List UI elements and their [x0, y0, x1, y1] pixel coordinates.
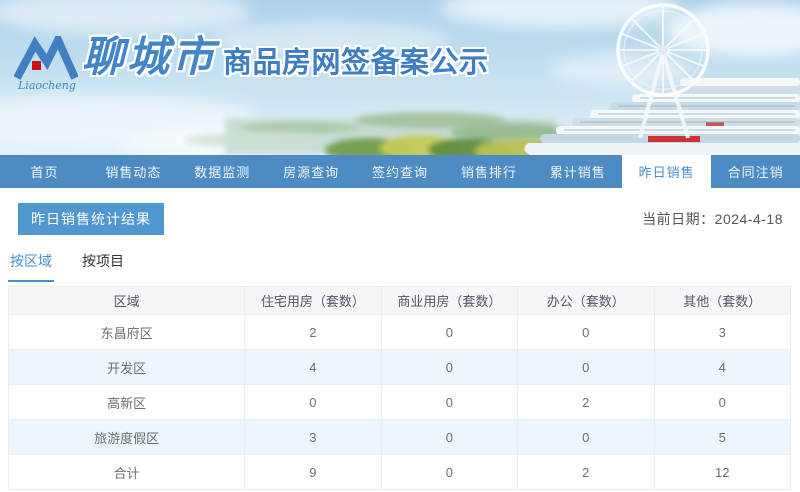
cell-value: 0: [381, 350, 517, 385]
cell-value: 2: [245, 315, 381, 350]
nav-item-data-monitor[interactable]: 数据监测: [178, 155, 267, 188]
cell-value: 0: [518, 315, 654, 350]
content-area: 昨日销售统计结果 当前日期：2024-4-18 按区域 按项目 区域 住宅用房（…: [0, 188, 800, 490]
cell-region: 高新区: [9, 385, 245, 420]
col-header-region: 区域: [9, 287, 245, 315]
nav-item-home[interactable]: 首页: [0, 155, 89, 188]
col-header-commercial: 商业用房（套数）: [381, 287, 517, 315]
cell-value: 5: [654, 420, 790, 455]
col-header-residential: 住宅用房（套数）: [245, 287, 381, 315]
cell-value: 2: [518, 455, 654, 490]
col-header-office: 办公（套数）: [518, 287, 654, 315]
cell-value: 0: [518, 350, 654, 385]
cell-region: 东昌府区: [9, 315, 245, 350]
logo-script-text: Liaocheng: [17, 79, 76, 92]
nav-item-contract-query[interactable]: 签约查询: [356, 155, 445, 188]
liaocheng-logo-icon: Liaocheng: [14, 36, 78, 92]
table-row-total: 合计 9 0 2 12: [9, 455, 791, 490]
table-header-row: 区域 住宅用房（套数） 商业用房（套数） 办公（套数） 其他（套数）: [9, 287, 791, 315]
cell-value: 2: [518, 385, 654, 420]
table-row: 旅游度假区 3 0 0 5: [9, 420, 791, 455]
main-nav: 首页 销售动态 数据监测 房源查询 签约查询 销售排行 累计销售 昨日销售 合同…: [0, 155, 800, 188]
cell-region: 旅游度假区: [9, 420, 245, 455]
nav-item-yesterday-sales[interactable]: 昨日销售: [622, 155, 711, 188]
view-tabs: 按区域 按项目: [8, 251, 800, 282]
cell-region: 开发区: [9, 350, 245, 385]
current-date-label: 当前日期：2024-4-18: [642, 209, 783, 229]
cell-value: 0: [381, 455, 517, 490]
site-name: 聊城市: [82, 36, 217, 78]
cell-value: 4: [245, 350, 381, 385]
cell-value: 0: [518, 420, 654, 455]
cell-value: 0: [654, 385, 790, 420]
nav-item-listing-query[interactable]: 房源查询: [267, 155, 356, 188]
site-subtitle: 商品房网签备案公示: [223, 49, 489, 78]
site-banner: Liaocheng 聊城市 商品房网签备案公示: [0, 0, 800, 155]
section-title-badge: 昨日销售统计结果: [18, 203, 164, 235]
cell-value: 9: [245, 455, 381, 490]
tab-by-region[interactable]: 按区域: [8, 251, 54, 282]
cell-value: 3: [245, 420, 381, 455]
cell-value: 3: [654, 315, 790, 350]
cell-value: 12: [654, 455, 790, 490]
nav-item-sales-dynamics[interactable]: 销售动态: [89, 155, 178, 188]
cell-value: 0: [381, 420, 517, 455]
table-row: 高新区 0 0 2 0: [9, 385, 791, 420]
table-row: 东昌府区 2 0 0 3: [9, 315, 791, 350]
brand: Liaocheng 聊城市 商品房网签备案公示: [14, 36, 489, 92]
cell-value: 4: [654, 350, 790, 385]
table-row: 开发区 4 0 0 4: [9, 350, 791, 385]
sales-stats-table: 区域 住宅用房（套数） 商业用房（套数） 办公（套数） 其他（套数） 东昌府区 …: [8, 286, 791, 490]
nav-item-total-sales[interactable]: 累计销售: [533, 155, 622, 188]
cell-region: 合计: [9, 455, 245, 490]
title-row: 昨日销售统计结果 当前日期：2024-4-18: [0, 188, 800, 235]
cell-value: 0: [381, 315, 517, 350]
cell-value: 0: [381, 385, 517, 420]
tab-by-project[interactable]: 按项目: [80, 251, 126, 282]
nav-item-sales-ranking[interactable]: 销售排行: [444, 155, 533, 188]
nav-item-contract-cancel[interactable]: 合同注销: [711, 155, 800, 188]
col-header-other: 其他（套数）: [654, 287, 790, 315]
cell-value: 0: [245, 385, 381, 420]
